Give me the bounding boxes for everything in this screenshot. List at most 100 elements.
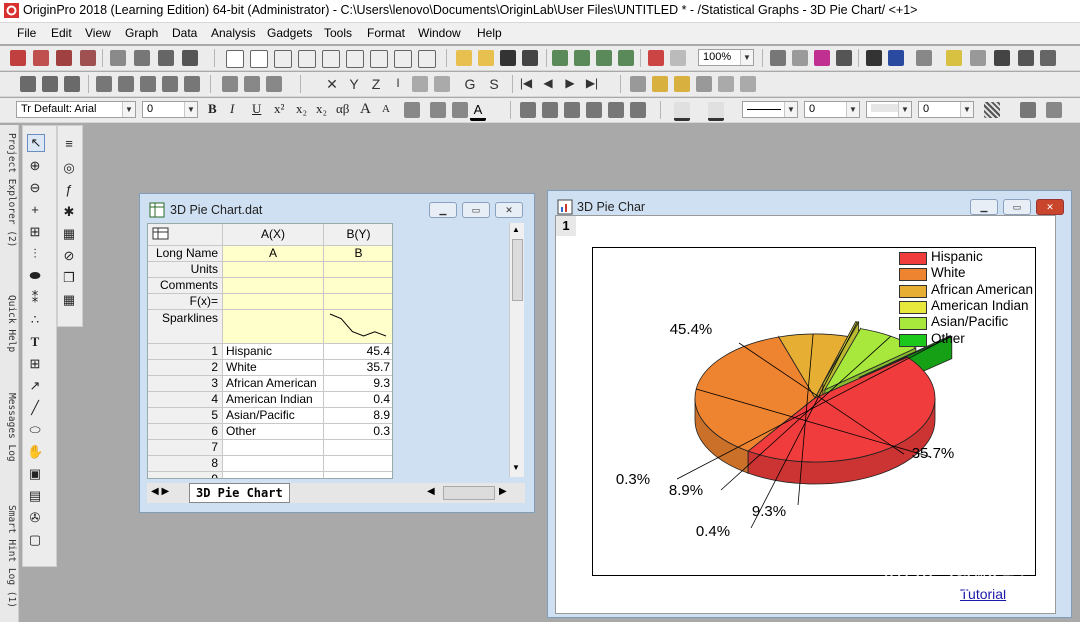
cell-a[interactable]: White: [223, 360, 324, 376]
table-icon[interactable]: [1046, 102, 1062, 118]
cell-b[interactable]: 8.9: [324, 408, 392, 424]
save-template-icon[interactable]: [522, 50, 538, 66]
column-header-b[interactable]: B(Y): [324, 224, 392, 246]
move-icon[interactable]: [740, 76, 756, 92]
text-tool-icon[interactable]: T: [27, 334, 43, 350]
set-y-icon[interactable]: Y: [346, 76, 362, 92]
new-matrix-icon[interactable]: [110, 50, 126, 66]
row-number[interactable]: 1: [148, 344, 223, 360]
line-tool-icon[interactable]: ╱: [27, 400, 43, 416]
set-z-icon[interactable]: Z: [368, 76, 384, 92]
units-b[interactable]: [324, 262, 392, 278]
new-report-icon[interactable]: [394, 50, 412, 68]
columns-icon[interactable]: [452, 102, 468, 118]
add-column-icon[interactable]: [630, 76, 646, 92]
line-width-select[interactable]: 0 ▼: [804, 101, 860, 118]
row-number[interactable]: 4: [148, 392, 223, 408]
column-plot-icon[interactable]: [140, 76, 156, 92]
menu-edit[interactable]: Edit: [51, 26, 72, 40]
set-group-icon[interactable]: G: [462, 76, 478, 92]
reapply-filter-icon[interactable]: [266, 76, 282, 92]
arrow-tool-icon[interactable]: ↗: [27, 378, 43, 394]
pie-label-american-indian[interactable]: 0.4%: [696, 523, 730, 540]
menu-gadgets[interactable]: Gadgets: [267, 26, 312, 40]
cell-b[interactable]: 45.4: [324, 344, 392, 360]
message-log-icon[interactable]: [1040, 50, 1056, 66]
cell-b[interactable]: [324, 456, 392, 472]
menu-analysis[interactable]: Analysis: [211, 26, 256, 40]
delete-icon[interactable]: [718, 76, 734, 92]
set-subject-icon[interactable]: S: [486, 76, 502, 92]
fx-a[interactable]: [223, 294, 324, 310]
pie-label-hispanic[interactable]: 45.4%: [670, 321, 713, 338]
legend-swatch[interactable]: [899, 333, 927, 347]
row-number[interactable]: 7: [148, 440, 223, 456]
first-record-icon[interactable]: |◀: [518, 76, 534, 92]
new-project-icon[interactable]: [10, 50, 26, 66]
line-plot-icon[interactable]: [96, 76, 112, 92]
sparkline-a[interactable]: [223, 310, 324, 344]
open-folder-icon[interactable]: [456, 50, 472, 66]
script-window-icon[interactable]: [994, 50, 1010, 66]
legend-swatch[interactable]: [899, 252, 927, 265]
project-tree-icon[interactable]: [916, 50, 932, 66]
copy-graph-icon[interactable]: ❐: [61, 270, 77, 286]
project-explorer-tab[interactable]: Project Explorer (2): [1, 133, 17, 247]
copy-page-icon[interactable]: [814, 50, 830, 66]
scroll-thumb[interactable]: [512, 239, 523, 301]
pattern-icon[interactable]: [984, 102, 1000, 118]
quick-help-tab[interactable]: Quick Help: [1, 295, 17, 352]
layer2-icon[interactable]: [542, 102, 558, 118]
add-matrix-icon[interactable]: [674, 76, 690, 92]
new-text-icon[interactable]: [370, 50, 388, 68]
hand-tool-icon[interactable]: ✋: [27, 444, 43, 460]
comments-b[interactable]: [324, 278, 392, 294]
set-label-icon[interactable]: [412, 76, 428, 92]
cell-b[interactable]: 0.3: [324, 424, 392, 440]
refresh-icon[interactable]: [670, 50, 686, 66]
new-grid-icon[interactable]: [346, 50, 364, 68]
stack-icon[interactable]: ≡: [61, 136, 77, 152]
column-header-a[interactable]: A(X): [223, 224, 324, 246]
statistics-icon[interactable]: [42, 76, 58, 92]
new-layout-icon[interactable]: [158, 50, 174, 66]
cell-a[interactable]: [223, 472, 324, 478]
menu-window[interactable]: Window: [418, 26, 461, 40]
new-page-icon[interactable]: [226, 50, 244, 68]
menu-view[interactable]: View: [85, 26, 111, 40]
menu-graph[interactable]: Graph: [125, 26, 158, 40]
radar-icon[interactable]: ◎: [61, 160, 77, 176]
save-icon[interactable]: [500, 50, 516, 66]
graph-close-button[interactable]: ✕: [1036, 199, 1064, 215]
clear-filter-icon[interactable]: [244, 76, 260, 92]
layer-icon[interactable]: [520, 102, 536, 118]
layer-indicator[interactable]: 1: [556, 216, 576, 236]
cell-a[interactable]: African American: [223, 376, 324, 392]
layer6-icon[interactable]: [630, 102, 646, 118]
sort-icon[interactable]: [64, 76, 80, 92]
layer4-icon[interactable]: [586, 102, 602, 118]
filter-icon[interactable]: [222, 76, 238, 92]
set-disregard-icon[interactable]: [434, 76, 450, 92]
units-a[interactable]: [223, 262, 324, 278]
font-select[interactable]: Tr Default: Arial ▼: [16, 101, 136, 118]
set-x-icon[interactable]: ✕: [324, 76, 340, 92]
results-log-icon[interactable]: [888, 50, 904, 66]
font-color-icon[interactable]: A: [470, 102, 486, 121]
calculator-icon[interactable]: ▦: [61, 226, 77, 242]
row-number[interactable]: 6: [148, 424, 223, 440]
close-button[interactable]: ✕: [495, 202, 523, 218]
mask-icon[interactable]: ⁑: [27, 290, 43, 306]
bold-button[interactable]: B: [208, 101, 217, 117]
add-image-icon[interactable]: ▤: [27, 488, 43, 504]
area-plot-icon[interactable]: [184, 76, 200, 92]
pie-label-asian-pacific[interactable]: 8.9%: [669, 482, 703, 499]
longname-b[interactable]: B: [324, 246, 392, 262]
pie-label-african-american[interactable]: 9.3%: [752, 503, 786, 520]
zoom-select[interactable]: 100% ▼: [698, 49, 754, 66]
legend-swatch[interactable]: [899, 317, 927, 331]
draw-data-icon[interactable]: ∴: [27, 312, 43, 328]
menu-help[interactable]: Help: [477, 26, 502, 40]
font-size-select[interactable]: 0 ▼: [142, 101, 198, 118]
longname-a[interactable]: A: [223, 246, 324, 262]
